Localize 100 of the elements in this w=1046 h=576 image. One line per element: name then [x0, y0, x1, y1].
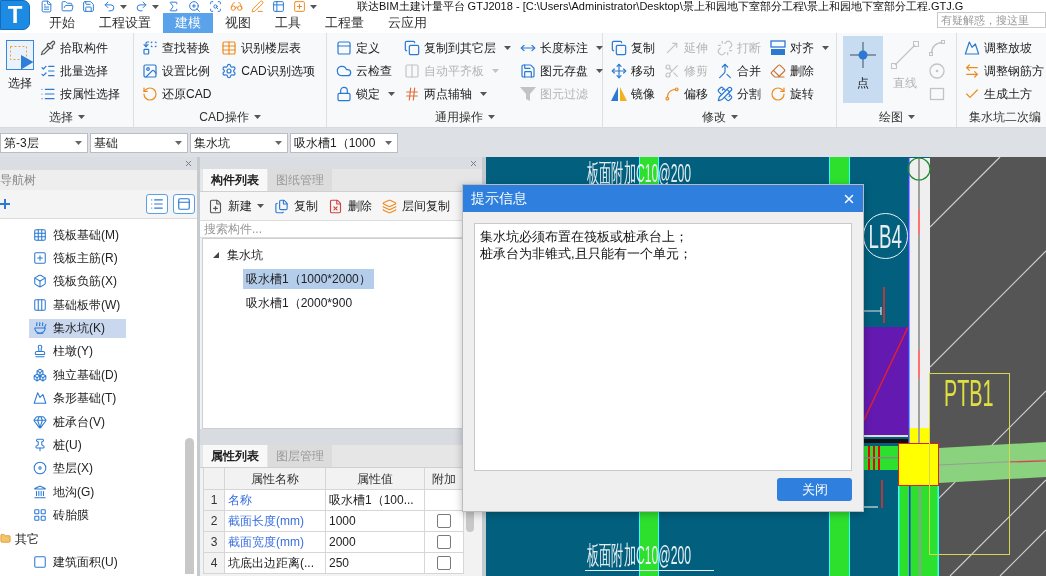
tree-folder[interactable]: 集水坑: [203, 245, 479, 265]
column-square: [898, 443, 939, 486]
checkbox[interactable]: [437, 535, 451, 549]
table-icon[interactable]: [272, 0, 285, 13]
tool-button[interactable]: 选择: [0, 36, 40, 103]
ribbon-button[interactable]: 拾取构件: [40, 36, 120, 59]
ribbon-button[interactable]: 长度标注: [520, 36, 603, 59]
group-title-button[interactable]: 修改: [701, 108, 738, 126]
toolbar-button[interactable]: 新建: [208, 197, 264, 215]
toolbar-button[interactable]: 层间复制: [382, 197, 450, 215]
tree-item[interactable]: 吸水槽1（2000*900: [243, 293, 356, 313]
checkbox[interactable]: [437, 514, 451, 528]
tree-item[interactable]: 柱墩(Y): [29, 341, 126, 361]
redo-icon[interactable]: [135, 0, 148, 13]
tool-button[interactable]: 点: [843, 36, 883, 103]
ribbon-button[interactable]: 调整钢筋方: [964, 59, 1044, 82]
tree-item[interactable]: 独立基础(D): [29, 365, 126, 385]
group-title-button[interactable]: 绘图: [878, 108, 915, 126]
checkbox[interactable]: [437, 556, 451, 570]
scrollbar-thumb[interactable]: [185, 438, 194, 574]
tree-item[interactable]: 地沟(G): [29, 482, 126, 502]
zoom-in-icon[interactable]: [188, 0, 201, 13]
close-button[interactable]: [183, 158, 193, 169]
toolbar-button[interactable]: 复制: [274, 197, 318, 215]
menu-tab[interactable]: 云应用: [376, 13, 439, 33]
funnel-icon: [520, 85, 536, 102]
tree-item[interactable]: 砖胎膜: [29, 505, 126, 525]
group-title-button[interactable]: 通用操作: [434, 108, 495, 126]
panel-tab[interactable]: 构件列表: [203, 169, 267, 191]
ribbon-button[interactable]: 查找替换: [142, 36, 212, 59]
ribbon-button[interactable]: 还原CAD: [142, 82, 212, 105]
ribbon-button[interactable]: 两点辅轴: [404, 82, 511, 105]
dialog-button[interactable]: 关闭: [777, 478, 852, 501]
toolbar-button[interactable]: 删除: [328, 197, 372, 215]
save-icon[interactable]: [82, 0, 95, 13]
dropdown[interactable]: 吸水槽1（1000: [290, 133, 398, 153]
ribbon-button[interactable]: 批量选择: [40, 59, 120, 82]
ribbon-button[interactable]: 图元存盘: [520, 59, 603, 82]
menu-tab[interactable]: 视图: [213, 13, 263, 33]
ribbon-button[interactable]: 云检查: [336, 59, 395, 82]
ribbon-button[interactable]: 合并: [717, 59, 761, 82]
ribbon-button[interactable]: CAD识别选项: [221, 59, 315, 82]
group-title-button[interactable]: 选择: [48, 108, 85, 126]
list-view-button[interactable]: [146, 194, 168, 214]
group-title-button[interactable]: 集水坑二次编: [969, 108, 1041, 126]
square-icon: [33, 554, 47, 569]
tree-item[interactable]: 筏板基础(M): [29, 225, 126, 244]
tree-item[interactable]: 桩承台(V): [29, 412, 126, 432]
ribbon-button[interactable]: 对齐: [770, 36, 829, 59]
app-logo[interactable]: T: [0, 0, 30, 30]
panel-view-button[interactable]: [173, 194, 195, 214]
tree-item[interactable]: 建筑面积(U): [29, 552, 126, 572]
caret-icon: [385, 141, 392, 145]
search-field[interactable]: 有疑解惑，搜这里: [937, 12, 1046, 28]
tree-item[interactable]: 集水坑(K): [29, 318, 126, 338]
ribbon-button[interactable]: 锁定: [336, 82, 395, 105]
ribbon-button[interactable]: 复制: [611, 36, 655, 59]
ribbon-button[interactable]: 镜像: [611, 82, 655, 105]
ribbon-button[interactable]: 删除: [770, 59, 829, 82]
tree-item[interactable]: 吸水槽1（1000*2000）: [243, 269, 374, 289]
ribbon-button[interactable]: 设置比例: [142, 59, 212, 82]
tree-item[interactable]: 垫层(X): [29, 458, 126, 478]
tree-item[interactable]: 筏板负筋(X): [29, 271, 126, 291]
ribbon-button[interactable]: 移动: [611, 59, 655, 82]
panel-title: 导航树: [0, 172, 36, 189]
panel-tab[interactable]: 属性列表: [203, 445, 267, 467]
ribbon-button[interactable]: 定义: [336, 36, 395, 59]
ribbon-button[interactable]: 按属性选择: [40, 82, 120, 105]
ribbon-button[interactable]: 复制到其它层: [404, 36, 511, 59]
ribbon-button[interactable]: 偏移: [664, 82, 708, 105]
dropdown[interactable]: 集水坑: [190, 133, 288, 153]
row-number: 4: [204, 553, 225, 574]
ribbon-button[interactable]: 分割: [717, 82, 761, 105]
ribbon-button[interactable]: 生成土方: [964, 82, 1044, 105]
tree-item[interactable]: 条形基础(T): [29, 388, 126, 408]
tree-folder[interactable]: 其它: [0, 529, 197, 549]
menu-tab[interactable]: 工程设置: [87, 13, 163, 33]
glasses-icon[interactable]: [230, 0, 243, 13]
tree-item[interactable]: 桩(U): [29, 435, 126, 455]
dropdown[interactable]: 第-3层: [0, 133, 88, 153]
pen-icon[interactable]: [251, 0, 264, 13]
add-icon[interactable]: [0, 199, 10, 209]
ribbon-button[interactable]: 旋转: [770, 82, 829, 105]
folder-open-icon[interactable]: [61, 0, 74, 13]
expanded-triangle-icon[interactable]: [213, 252, 219, 258]
tree-item[interactable]: 基础板带(W): [29, 295, 126, 315]
menu-tab[interactable]: 开始: [37, 13, 87, 33]
menu-tab[interactable]: 工程量: [313, 13, 376, 33]
group-title-button[interactable]: CAD操作: [199, 108, 261, 126]
scan-search-icon[interactable]: [209, 0, 222, 13]
file-icon[interactable]: [40, 0, 53, 13]
tree-item[interactable]: 筏板主筋(R): [29, 248, 126, 268]
ribbon-button[interactable]: 识别楼层表: [221, 36, 315, 59]
sigma-icon[interactable]: [167, 0, 180, 13]
dropdown[interactable]: 基础: [90, 133, 188, 153]
ribbon-button[interactable]: 调整放坡: [964, 36, 1044, 59]
menu-tab[interactable]: 工具: [263, 13, 313, 33]
undo-icon[interactable]: [103, 0, 116, 13]
plus-square-icon[interactable]: [293, 0, 306, 13]
close-button[interactable]: [468, 158, 478, 168]
